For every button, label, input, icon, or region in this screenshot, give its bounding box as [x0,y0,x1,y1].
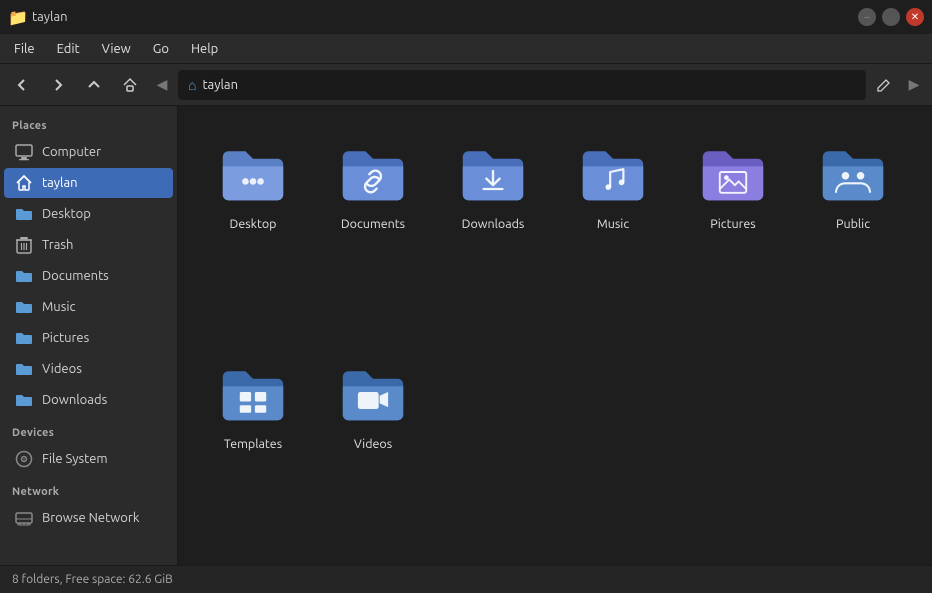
sidebar-label-browse-network: Browse Network [42,511,139,525]
window-title: taylan [32,10,68,24]
file-item-documents[interactable]: Documents [318,126,428,336]
pictures-folder-icon-grid [697,136,769,208]
disk-icon [14,449,34,469]
trash-icon [14,235,34,255]
downloads-label: Downloads [462,216,525,232]
menu-file[interactable]: File [4,38,45,60]
videos-label: Videos [354,436,392,452]
app-icon: 📁 [8,8,26,26]
sidebar-label-videos: Videos [42,362,82,376]
public-folder-icon-grid [817,136,889,208]
sidebar-item-music[interactable]: Music [4,292,173,322]
videos-folder-icon-grid [337,356,409,428]
menu-bar: File Edit View Go Help [0,34,932,64]
sidebar-label-computer: Computer [42,145,101,159]
music-label: Music [597,216,629,232]
sidebar-item-desktop[interactable]: Desktop [4,199,173,229]
minimize-button[interactable]: – [858,8,876,26]
sidebar-item-taylan[interactable]: taylan [4,168,173,198]
sidebar-label-desktop: Desktop [42,207,91,221]
file-grid: Desktop Documents [198,126,912,555]
pictures-folder-icon [14,328,34,348]
sidebar-item-computer[interactable]: Computer [4,137,173,167]
maximize-button[interactable] [882,8,900,26]
sidebar-label-documents: Documents [42,269,109,283]
sidebar-label-music: Music [42,300,76,314]
documents-folder-icon [14,266,34,286]
network-icon [14,508,34,528]
music-folder-icon [14,297,34,317]
menu-view[interactable]: View [92,38,141,60]
file-item-templates[interactable]: Templates [198,346,308,556]
close-button[interactable]: ✕ [906,8,924,26]
downloads-folder-icon-grid [457,136,529,208]
breadcrumb-left-button[interactable]: ◀ [150,69,174,101]
home-icon [14,173,34,193]
file-item-downloads[interactable]: Downloads [438,126,548,336]
videos-folder-icon [14,359,34,379]
sidebar-item-filesystem[interactable]: File System [4,444,173,474]
file-area: Desktop Documents [178,106,932,565]
status-bar: 8 folders, Free space: 62.6 GiB [0,565,932,593]
sidebar-item-videos[interactable]: Videos [4,354,173,384]
desktop-folder-icon [217,136,289,208]
title-bar: 📁 taylan – ✕ [0,0,932,34]
file-item-public[interactable]: Public [798,126,908,336]
sidebar-network-label: Network [0,480,177,502]
breadcrumb-bar: ⌂ taylan [178,70,866,100]
sidebar-label-taylan: taylan [42,176,78,190]
back-button[interactable] [6,69,38,101]
status-text: 8 folders, Free space: 62.6 GiB [12,573,173,586]
sidebar-label-downloads: Downloads [42,393,107,407]
sidebar-label-filesystem: File System [42,452,108,466]
sidebar-item-browse-network[interactable]: Browse Network [4,503,173,533]
sidebar-item-pictures[interactable]: Pictures [4,323,173,353]
file-item-videos[interactable]: Videos [318,346,428,556]
desktop-icon [14,204,34,224]
sidebar-item-downloads[interactable]: Downloads [4,385,173,415]
downloads-folder-icon [14,390,34,410]
documents-folder-icon-grid [337,136,409,208]
public-label: Public [836,216,870,232]
sidebar-places-label: Places [0,114,177,136]
edit-path-button[interactable] [870,71,898,99]
file-item-pictures[interactable]: Pictures [678,126,788,336]
breadcrumb-right-button[interactable]: ▶ [902,69,926,101]
templates-label: Templates [224,436,282,452]
menu-help[interactable]: Help [181,38,228,60]
pictures-label: Pictures [710,216,755,232]
file-item-music[interactable]: Music [558,126,668,336]
menu-go[interactable]: Go [143,38,179,60]
forward-button[interactable] [42,69,74,101]
breadcrumb-path: taylan [202,78,238,92]
templates-folder-icon-grid [217,356,289,428]
desktop-label: Desktop [230,216,277,232]
documents-label: Documents [341,216,405,232]
toolbar: ◀ ⌂ taylan ▶ [0,64,932,106]
computer-icon [14,142,34,162]
sidebar-label-pictures: Pictures [42,331,89,345]
sidebar-item-trash[interactable]: Trash [4,230,173,260]
up-button[interactable] [78,69,110,101]
sidebar: Places Computer taylan [0,106,178,565]
sidebar-label-trash: Trash [42,238,73,252]
sidebar-devices-label: Devices [0,421,177,443]
breadcrumb-home-icon: ⌂ [188,77,196,93]
file-item-desktop[interactable]: Desktop [198,126,308,336]
window-controls: – ✕ [858,8,924,26]
menu-edit[interactable]: Edit [47,38,90,60]
title-bar-left: 📁 taylan [8,8,68,26]
home-button[interactable] [114,69,146,101]
sidebar-item-documents[interactable]: Documents [4,261,173,291]
music-folder-icon-grid [577,136,649,208]
main-area: Places Computer taylan [0,106,932,565]
